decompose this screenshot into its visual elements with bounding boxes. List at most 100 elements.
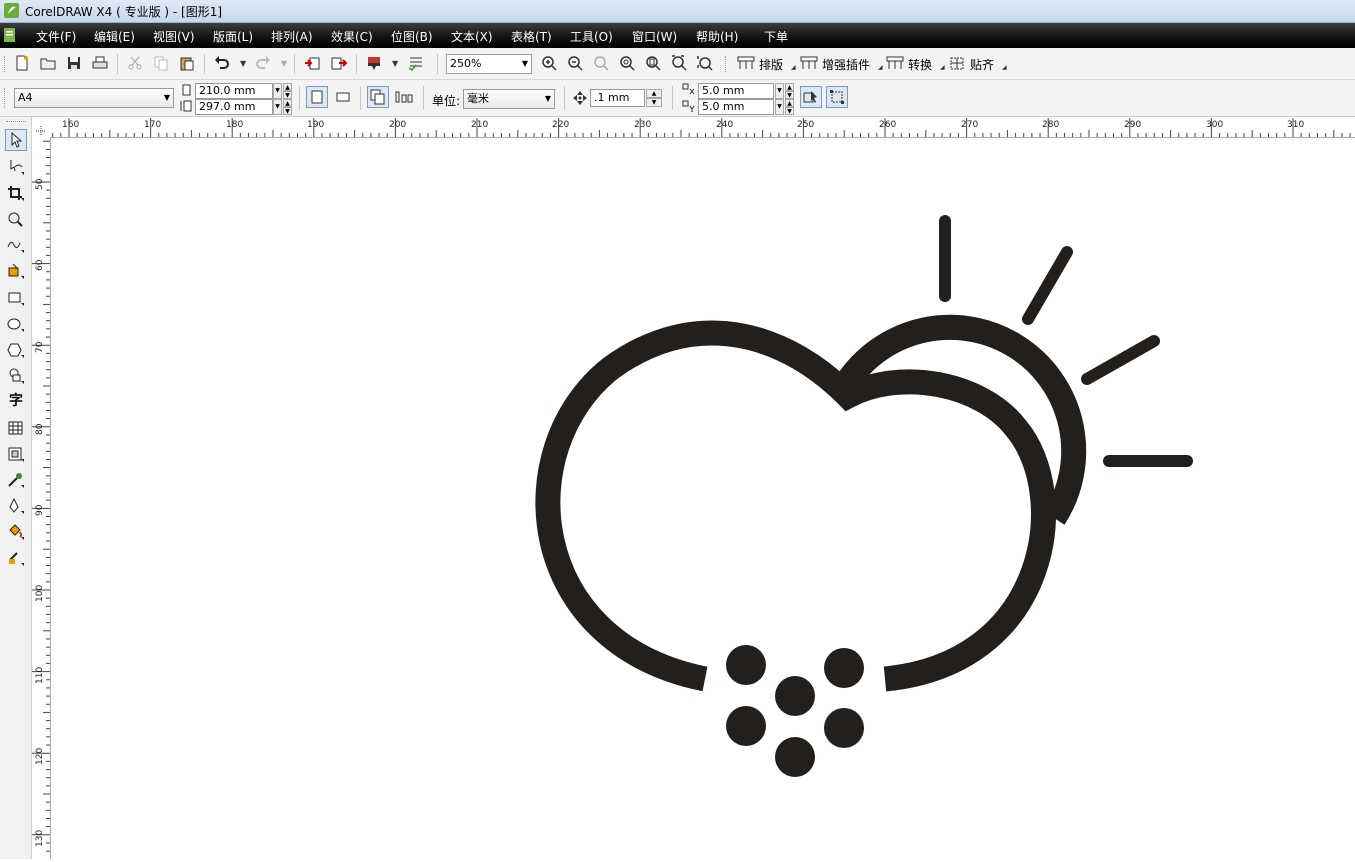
- vertical-ruler[interactable]: 50 60 70 80 90 100 110 120 130: [31, 137, 51, 859]
- nudge-down[interactable]: ▼: [646, 98, 662, 107]
- enhance-plugin-icon-button[interactable]: [798, 52, 820, 74]
- zoom-tool[interactable]: [5, 208, 27, 230]
- menu-layout[interactable]: 版面(L): [213, 28, 253, 45]
- table-tool[interactable]: [5, 417, 27, 439]
- page-height-up[interactable]: ▲: [283, 99, 292, 107]
- eyedropper-tool[interactable]: [5, 469, 27, 491]
- crop-tool[interactable]: [5, 182, 27, 204]
- horizontal-ruler[interactable]: 160 170 180 190 200 210 220 230 240 250 …: [50, 117, 1355, 138]
- menu-table[interactable]: 表格(T): [511, 28, 552, 45]
- snap-dropdown-icon[interactable]: ◢: [1002, 64, 1007, 71]
- paste-button[interactable]: [176, 52, 198, 74]
- zoom-selected-button[interactable]: [590, 52, 612, 74]
- toolbox-grip[interactable]: [6, 121, 26, 124]
- menu-bitmaps[interactable]: 位图(B): [391, 28, 433, 45]
- import-button[interactable]: [301, 52, 323, 74]
- menu-arrange[interactable]: 排列(A): [271, 28, 313, 45]
- duplicate-y-up[interactable]: ▲: [785, 99, 794, 107]
- document-icon[interactable]: [4, 28, 15, 42]
- cut-button[interactable]: [124, 52, 146, 74]
- toolbar-grip[interactable]: [725, 56, 729, 72]
- open-button[interactable]: [37, 52, 59, 74]
- page-size-dropdown[interactable]: A4 ▼: [14, 88, 174, 108]
- enhance-plugin-button[interactable]: 增强插件: [822, 56, 870, 73]
- interactive-blend-tool[interactable]: [5, 443, 27, 465]
- application-launcher-button[interactable]: [363, 52, 385, 74]
- snap-plugin-icon-button[interactable]: [946, 52, 968, 74]
- portrait-button[interactable]: [306, 86, 328, 108]
- page-width-up[interactable]: ▲: [283, 83, 292, 91]
- page-width-input[interactable]: 210.0 mm: [195, 83, 273, 99]
- menu-order[interactable]: 下单: [764, 28, 788, 45]
- redo-button[interactable]: [252, 52, 274, 74]
- rectangle-tool[interactable]: [5, 287, 27, 309]
- weather-icon-artwork[interactable]: [51, 138, 1355, 859]
- pick-tool[interactable]: [5, 129, 27, 151]
- menu-edit[interactable]: 编辑(E): [94, 28, 135, 45]
- basic-shapes-tool[interactable]: [5, 365, 27, 387]
- menu-help[interactable]: 帮助(H): [696, 28, 738, 45]
- page-width-down[interactable]: ▼: [283, 91, 292, 99]
- menu-window[interactable]: 窗口(W): [632, 28, 677, 45]
- layout-plugin-button[interactable]: 排版: [759, 56, 783, 73]
- convert-plugin-button[interactable]: 转换: [908, 56, 932, 73]
- treat-as-filled-button[interactable]: [800, 86, 822, 108]
- snap-plugin-button[interactable]: 贴齐: [970, 56, 994, 73]
- freehand-tool[interactable]: [5, 234, 27, 256]
- redo-dropdown-icon[interactable]: ▼: [281, 59, 287, 68]
- fill-tool[interactable]: [5, 521, 27, 543]
- duplicate-x-down[interactable]: ▼: [785, 91, 794, 99]
- all-pages-button[interactable]: [367, 86, 389, 108]
- duplicate-x-input[interactable]: 5.0 mm: [698, 83, 774, 99]
- zoom-page-height-button[interactable]: [694, 52, 716, 74]
- current-page-button[interactable]: [393, 86, 415, 108]
- zoom-level-dropdown[interactable]: 250% ▼: [446, 54, 532, 74]
- layout-plugin-icon-button[interactable]: [735, 52, 757, 74]
- menu-effects[interactable]: 效果(C): [331, 28, 373, 45]
- menu-file[interactable]: 文件(F): [36, 28, 76, 45]
- drawing-canvas[interactable]: [51, 138, 1355, 859]
- page-width-dropdown[interactable]: ▼: [273, 83, 282, 99]
- enhance-dropdown-icon[interactable]: ◢: [878, 64, 883, 71]
- zoom-out-button[interactable]: [564, 52, 586, 74]
- toolbar-grip[interactable]: [4, 56, 8, 72]
- menu-tools[interactable]: 工具(O): [570, 28, 613, 45]
- duplicate-y-down[interactable]: ▼: [785, 107, 794, 115]
- menu-view[interactable]: 视图(V): [153, 28, 195, 45]
- interactive-fill-tool[interactable]: [5, 547, 27, 569]
- smart-fill-tool[interactable]: [5, 260, 27, 282]
- duplicate-x-up[interactable]: ▲: [785, 83, 794, 91]
- duplicate-y-input[interactable]: 5.0 mm: [698, 99, 774, 115]
- page-height-input[interactable]: 297.0 mm: [195, 99, 273, 115]
- toolbar-grip[interactable]: [4, 88, 8, 108]
- save-button[interactable]: [63, 52, 85, 74]
- shape-tool[interactable]: [5, 156, 27, 178]
- convert-plugin-icon-button[interactable]: [884, 52, 906, 74]
- outline-tool[interactable]: [5, 495, 27, 517]
- polygon-tool[interactable]: [5, 339, 27, 361]
- zoom-page-button[interactable]: [642, 52, 664, 74]
- ellipse-tool[interactable]: [5, 313, 27, 335]
- convert-dropdown-icon[interactable]: ◢: [940, 64, 945, 71]
- page-height-down[interactable]: ▼: [283, 107, 292, 115]
- cloud-outline[interactable]: [535, 320, 1056, 692]
- new-document-button[interactable]: [11, 52, 33, 74]
- zoom-all-objects-button[interactable]: [616, 52, 638, 74]
- text-tool[interactable]: 字: [5, 389, 27, 411]
- export-button[interactable]: [328, 52, 350, 74]
- welcome-screen-button[interactable]: [405, 52, 427, 74]
- hail-dots[interactable]: [726, 645, 864, 777]
- unit-dropdown[interactable]: 毫米 ▼: [463, 89, 555, 109]
- undo-button[interactable]: [211, 52, 233, 74]
- print-button[interactable]: [89, 52, 111, 74]
- zoom-in-button[interactable]: [538, 52, 560, 74]
- nudge-up[interactable]: ▲: [646, 89, 662, 98]
- draw-objects-when-moving-button[interactable]: [826, 86, 848, 108]
- undo-dropdown-icon[interactable]: ▼: [240, 59, 246, 68]
- nudge-distance-input[interactable]: .1 mm: [590, 89, 645, 107]
- layout-dropdown-icon[interactable]: ◢: [791, 64, 796, 71]
- zoom-page-width-button[interactable]: [668, 52, 690, 74]
- duplicate-y-dropdown[interactable]: ▼: [775, 99, 784, 115]
- page-height-dropdown[interactable]: ▼: [273, 99, 282, 115]
- landscape-button[interactable]: [332, 86, 354, 108]
